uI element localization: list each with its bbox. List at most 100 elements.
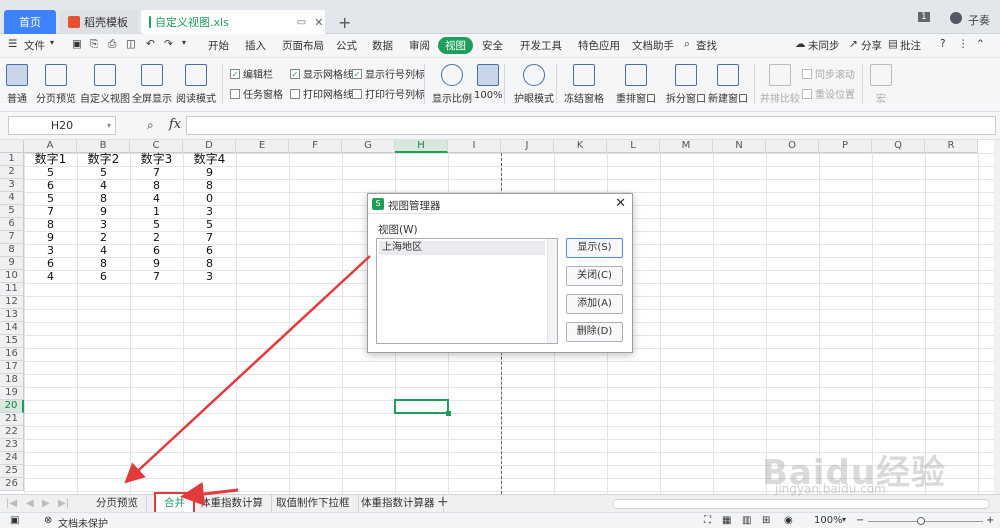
zoom-slider[interactable]: [868, 521, 983, 522]
cell[interactable]: 5: [183, 218, 236, 231]
print-icon[interactable]: ⎙: [108, 38, 116, 51]
split-window-button[interactable]: 拆分窗口: [666, 62, 706, 105]
eye-icon[interactable]: ◉: [784, 515, 793, 526]
cell[interactable]: 6: [77, 270, 130, 283]
cell[interactable]: 6: [183, 244, 236, 257]
cell[interactable]: 3: [77, 218, 130, 231]
row-header-18[interactable]: 18: [0, 374, 24, 387]
undo-icon[interactable]: ↶: [146, 38, 155, 50]
row-header-1[interactable]: 1: [0, 153, 24, 166]
tab-template[interactable]: 稻壳模板: [60, 10, 138, 34]
show-grid-checkbox[interactable]: ✓ 显示网格线: [290, 66, 353, 81]
read-mode-button[interactable]: 阅读模式: [176, 62, 216, 105]
show-rowcol-checkbox[interactable]: ✓ 显示行号列标: [352, 66, 425, 81]
row-header-10[interactable]: 10: [0, 270, 24, 283]
selected-cell-h20[interactable]: [394, 399, 451, 416]
column-header-q[interactable]: Q: [872, 140, 925, 153]
eye-mode-button[interactable]: 护眼模式: [514, 62, 554, 105]
help-icon[interactable]: ?: [940, 38, 946, 50]
last-sheet-icon[interactable]: ▶|: [58, 498, 69, 509]
row-header-24[interactable]: 24: [0, 452, 24, 465]
save-icon[interactable]: ▣: [72, 38, 82, 50]
row-header-26[interactable]: 26: [0, 478, 24, 491]
normal-view-button[interactable]: 普通: [6, 62, 28, 105]
cell[interactable]: 8: [183, 257, 236, 270]
menu-start[interactable]: 开始: [208, 38, 229, 53]
cell[interactable]: 6: [24, 257, 77, 270]
row-header-2[interactable]: 2: [0, 166, 24, 179]
row-header-7[interactable]: 7: [0, 231, 24, 244]
tab-file[interactable]: 自定义视图.xls ▭ ✕: [141, 10, 325, 34]
cell[interactable]: 8: [183, 179, 236, 192]
reset-position-button[interactable]: 重设位置: [802, 86, 855, 101]
views-list[interactable]: 上海地区: [376, 238, 558, 344]
share-button[interactable]: 分享: [861, 38, 882, 53]
menu-developer[interactable]: 开发工具: [520, 38, 562, 53]
macro-button[interactable]: 宏: [870, 62, 892, 105]
prev-sheet-icon[interactable]: ◀: [26, 498, 34, 509]
zoom-100-button[interactable]: 100%: [474, 62, 503, 101]
cell[interactable]: 8: [24, 218, 77, 231]
cell[interactable]: 4: [24, 270, 77, 283]
column-header-n[interactable]: N: [713, 140, 766, 153]
menu-special[interactable]: 特色应用: [578, 38, 620, 53]
preview-icon[interactable]: ◫: [126, 38, 136, 50]
cell[interactable]: 3: [183, 270, 236, 283]
column-header-m[interactable]: M: [660, 140, 713, 153]
cell[interactable]: 数字2: [77, 153, 130, 166]
user-name[interactable]: 子奏: [968, 12, 990, 28]
cell[interactable]: 5: [130, 218, 183, 231]
cell[interactable]: 3: [183, 205, 236, 218]
fullscreen-button[interactable]: 全屏显示: [132, 62, 172, 105]
menu-doc-assistant[interactable]: 文档助手: [632, 38, 674, 53]
side-by-side-button[interactable]: 并排比较: [760, 62, 800, 105]
cell[interactable]: 5: [24, 166, 77, 179]
protect-status[interactable]: 文档未保护: [58, 515, 108, 528]
formula-input[interactable]: [186, 116, 996, 135]
column-header-e[interactable]: E: [236, 140, 289, 153]
menu-review[interactable]: 审阅: [409, 38, 430, 53]
row-header-8[interactable]: 8: [0, 244, 24, 257]
horizontal-scrollbar[interactable]: [612, 499, 990, 509]
fx-icon[interactable]: fx: [169, 117, 181, 132]
cell[interactable]: 9: [183, 166, 236, 179]
record-icon[interactable]: ▣: [10, 515, 19, 526]
print-grid-checkbox[interactable]: 打印网格线: [290, 86, 353, 101]
cell[interactable]: 9: [130, 257, 183, 270]
row-header-6[interactable]: 6: [0, 218, 24, 231]
cell[interactable]: 7: [130, 270, 183, 283]
fit-icon[interactable]: ⛶: [704, 515, 711, 526]
sync-scroll-button[interactable]: 同步滚动: [802, 66, 855, 81]
next-sheet-icon[interactable]: ▶: [42, 498, 50, 509]
pin-icon[interactable]: ▭: [297, 17, 306, 28]
print-rowcol-checkbox[interactable]: 打印行号列标: [352, 86, 425, 101]
window-count-badge[interactable]: 1: [918, 12, 930, 22]
sheet-tab-bmi-calculator[interactable]: 体重指数计算器: [353, 495, 444, 513]
cell[interactable]: 1: [130, 205, 183, 218]
cell[interactable]: 8: [130, 179, 183, 192]
menu-page-layout[interactable]: 页面布局: [282, 38, 324, 53]
menu-search[interactable]: 查找: [696, 38, 717, 53]
sheet-tab-merge[interactable]: 合并: [154, 492, 195, 514]
sheet-tab-bmi[interactable]: 体重指数计算: [192, 495, 272, 513]
row-header-9[interactable]: 9: [0, 257, 24, 270]
column-header-i[interactable]: I: [448, 140, 501, 153]
kebab-icon[interactable]: ⋮: [958, 38, 969, 50]
row-header-20[interactable]: 20: [0, 400, 24, 413]
search-icon[interactable]: ⌕: [684, 38, 690, 51]
row-header-4[interactable]: 4: [0, 192, 24, 205]
menu-view[interactable]: 视图: [438, 37, 473, 54]
column-header-f[interactable]: F: [289, 140, 342, 153]
vertical-scrollbar[interactable]: [994, 140, 1000, 494]
zoom-search-icon[interactable]: ⌕: [147, 118, 154, 133]
avatar[interactable]: [950, 12, 962, 24]
cell[interactable]: 7: [130, 166, 183, 179]
menu-insert[interactable]: 插入: [245, 38, 266, 53]
cell[interactable]: 8: [77, 192, 130, 205]
cell[interactable]: 数字4: [183, 153, 236, 166]
page-break-view-icon[interactable]: ⊞: [762, 515, 770, 526]
zoom-out-icon[interactable]: −: [856, 515, 864, 526]
tab-home[interactable]: 首页: [4, 10, 56, 34]
cell[interactable]: 2: [130, 231, 183, 244]
custom-view-button[interactable]: 自定义视图: [80, 62, 130, 105]
